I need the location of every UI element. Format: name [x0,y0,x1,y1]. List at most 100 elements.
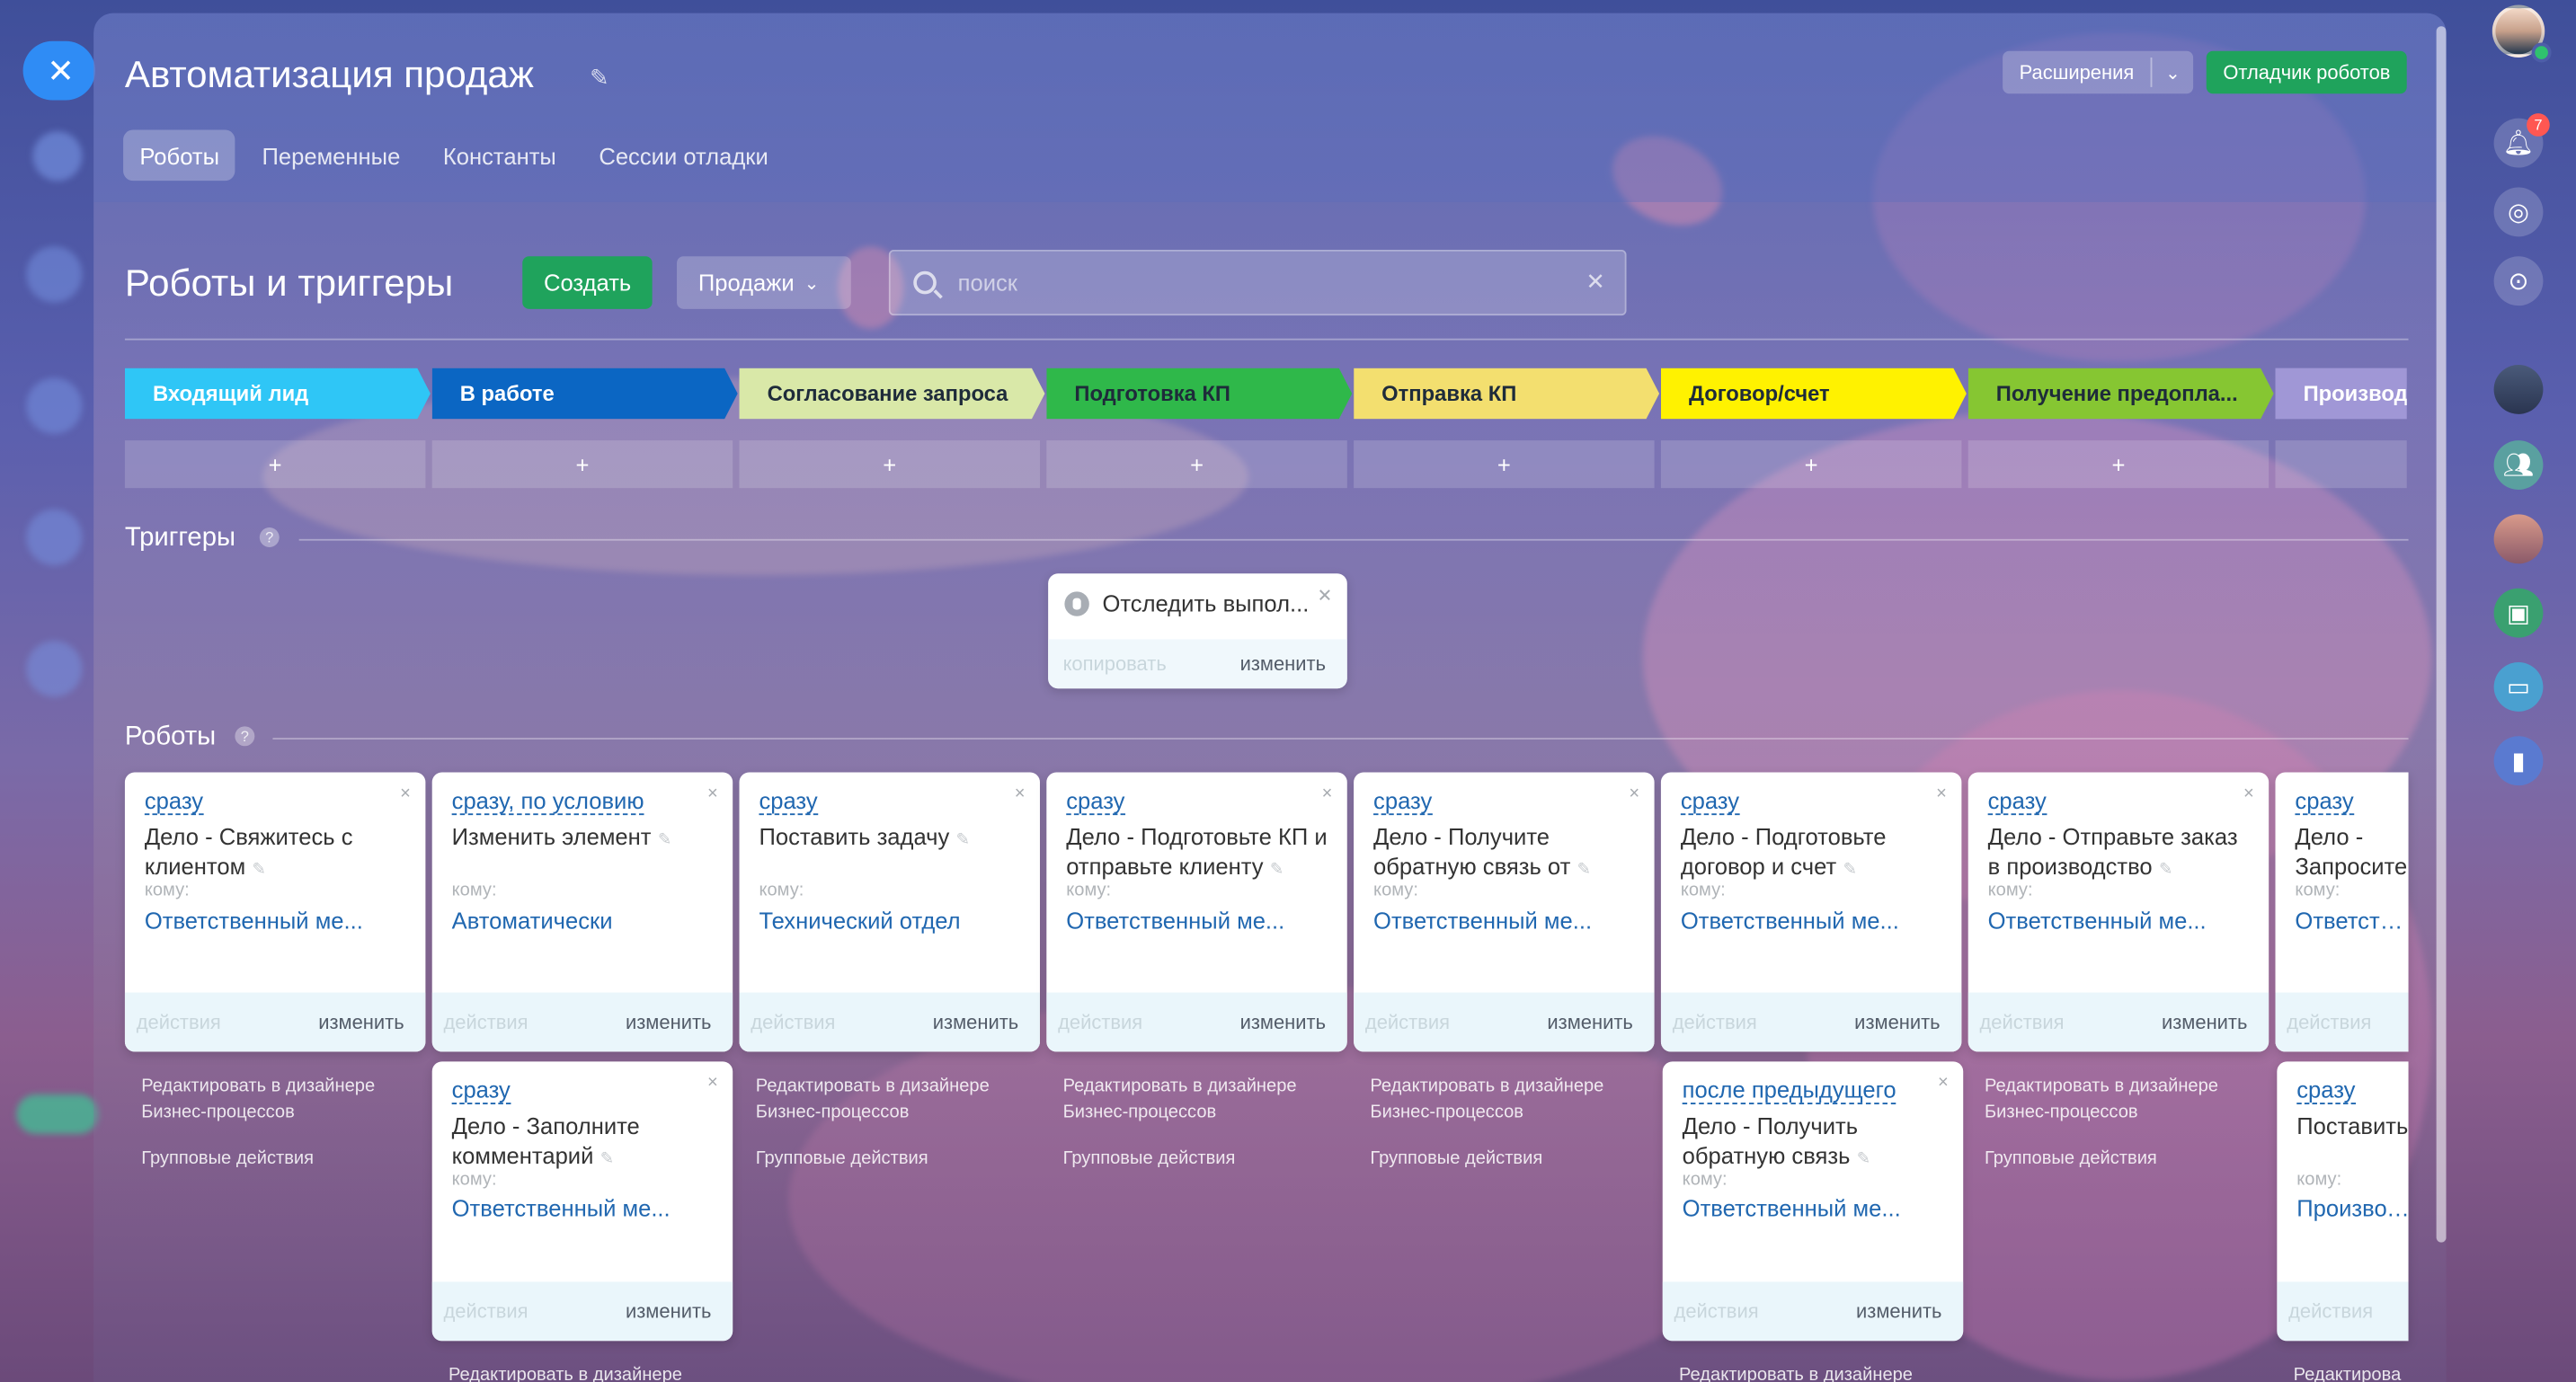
condition-link[interactable]: сразу [1680,787,1740,816]
close-icon[interactable]: × [1936,784,1947,803]
add-trigger-button[interactable]: + [1660,440,1962,489]
group-actions-link[interactable]: Групповые действия [1063,1148,1236,1168]
add-trigger-button[interactable]: + [1968,440,2270,489]
edit-in-bp-designer-link[interactable]: Редактировать в дизайнере Бизнес-процесс… [1063,1073,1343,1126]
tab-debug-sessions[interactable]: Сессии отладки [582,129,785,181]
responsible-link[interactable]: Автоматически [452,907,715,933]
robot-card[interactable]: сразу Поставить задачу кому: Производств… [2277,1061,2409,1342]
avatar[interactable] [2493,364,2544,414]
responsible-link[interactable]: Производство [2296,1195,2408,1221]
add-trigger-button[interactable]: + [739,440,1040,489]
actions-link[interactable]: действия [1673,1011,1757,1034]
condition-link[interactable]: после предыдущего [1682,1076,1896,1104]
group-actions-link[interactable]: Групповые действия [1985,1148,2157,1168]
tab-robots[interactable]: Роботы [123,129,236,182]
extensions-button[interactable]: Расширения ⌄ [2003,50,2194,94]
bookmark-icon[interactable]: ▮ [2493,736,2544,786]
robot-card[interactable]: сразу × Дело - Подготовьте договор и счет ✎… [1660,772,1962,1052]
funnel-select[interactable]: Продажи ⌄ [677,256,851,309]
condition-link[interactable]: сразу [1066,787,1125,816]
pencil-icon[interactable]: ✎ [2159,861,2172,879]
responsible-link[interactable]: Ответственный ме... [1373,907,1636,933]
group-actions-link[interactable]: Групповые действия [1370,1148,1542,1168]
target-icon[interactable]: ◎ [2493,187,2544,237]
add-trigger-button[interactable]: + [124,440,426,489]
edit-in-bp-designer-link[interactable]: Редактировать в дизайнере Бизнес-процесс… [1679,1362,1959,1382]
robot-card[interactable]: сразу Дело - Запросите смарт-процесскому:… [2275,772,2409,1052]
create-button[interactable]: Создать [522,256,653,309]
close-icon[interactable]: × [707,784,718,803]
trigger-card[interactable]: Отследить выпол... ✕ копировать изменить [1048,573,1347,689]
add-trigger-button[interactable]: + [1046,440,1347,489]
robot-card[interactable]: сразу × Дело - Подготовьте КП и отправьте … [1046,772,1347,1052]
actions-link[interactable]: действия [2288,1300,2373,1324]
actions-link[interactable]: действия [2287,1011,2371,1034]
pencil-icon[interactable]: ✎ [658,831,671,849]
actions-link[interactable]: действия [137,1011,221,1034]
pencil-icon[interactable]: ✎ [1857,1150,1870,1168]
condition-link[interactable]: сразу [2295,787,2354,816]
edit-link[interactable]: изменить [318,1011,404,1034]
edit-link[interactable]: изменить [1854,1011,1940,1034]
edit-link[interactable]: изменить [1547,1011,1632,1034]
responsible-link[interactable]: Технический отдел [759,907,1021,933]
edit-link[interactable]: изменить [1240,1011,1326,1034]
help-icon[interactable]: ? [259,527,280,547]
edit-link[interactable]: изменить [626,1011,711,1034]
pencil-icon[interactable]: ✎ [600,1150,614,1168]
actions-link[interactable]: действия [1365,1011,1450,1034]
pin-icon[interactable]: ✎ [590,64,608,92]
search-input[interactable] [957,269,1583,297]
condition-link[interactable]: сразу, по условию [451,787,644,816]
close-slider-button[interactable]: ✕ [22,40,96,101]
edit-in-bp-designer-link[interactable]: Редактировать в дизайнере Бизнес-процесс… [1985,1073,2264,1126]
actions-link[interactable]: действия [1979,1011,2064,1034]
condition-link[interactable]: сразу [759,787,818,816]
edit-in-bp-designer-link[interactable]: Редактировать в дизайнере Бизнес-процесс… [756,1073,1035,1126]
robot-card[interactable]: после предыдущего × Дело - Получить обра… [1662,1061,1964,1342]
robot-card[interactable]: сразу × Дело - Получите обратную связь от ✎… [1354,772,1655,1052]
condition-link[interactable]: сразу [1987,787,2047,816]
pencil-icon[interactable]: ✎ [1577,861,1591,879]
responsible-link[interactable]: Ответственный ме... [452,1195,715,1221]
help-icon[interactable]: ? [235,726,255,747]
actions-link[interactable]: действия [1058,1011,1142,1034]
edit-link[interactable]: изменить [1240,652,1326,676]
actions-link[interactable]: действия [751,1011,835,1034]
chat-icon[interactable]: ▭ [2493,662,2544,712]
robot-debugger-button[interactable]: Отладчик роботов [2207,50,2407,94]
scrollbar[interactable] [2436,26,2447,1243]
tab-variables[interactable]: Переменные [245,129,416,181]
robot-card[interactable]: сразу × Дело - Заполните комментарий ✎ ко… [431,1061,733,1342]
condition-link[interactable]: сразу [2296,1076,2356,1104]
edit-in-bp-designer-link[interactable]: Редактировать в дизайнере Бизнес-процесс… [1370,1073,1649,1126]
responsible-link[interactable]: Ответственный ме... [1988,907,2251,933]
responsible-link[interactable]: Ответственный ме... [1066,907,1328,933]
channel-icon[interactable]: ▣ [2493,588,2544,638]
add-trigger-button[interactable] [2275,440,2407,489]
avatar[interactable] [2493,514,2544,564]
add-trigger-button[interactable]: + [1354,440,1655,489]
edit-link[interactable]: изменить [2162,1011,2247,1034]
actions-link[interactable]: действия [444,1011,529,1034]
close-icon[interactable]: × [1322,784,1333,803]
responsible-link[interactable]: Ответственный ме... [1683,1195,1945,1221]
responsible-link[interactable]: Ответственный ме... [1681,907,1943,933]
copy-link[interactable]: копировать [1063,652,1167,676]
condition-link[interactable]: сразу [1373,787,1433,816]
pencil-icon[interactable]: ✎ [1270,861,1284,879]
close-icon[interactable]: × [2243,784,2254,803]
chevron-down-icon[interactable]: ⌄ [2152,62,2193,83]
pencil-icon[interactable]: ✎ [956,831,970,849]
edit-link[interactable]: изменить [626,1300,711,1324]
clear-icon[interactable]: ✕ [1586,268,1604,296]
robot-card[interactable]: сразу × Дело - Отправьте заказ в производс… [1968,772,2270,1052]
pencil-icon[interactable]: ✎ [253,861,266,879]
group-actions-link[interactable]: Групповые действия [756,1148,928,1168]
edit-in-bp-designer-link[interactable]: Редактировать в дизайнере Бизнес-процесс… [141,1073,421,1126]
pencil-icon[interactable]: ✎ [1843,861,1857,879]
close-icon[interactable]: × [1938,1073,1949,1093]
close-icon[interactable]: × [707,1073,718,1093]
close-icon[interactable]: × [1015,784,1026,803]
tab-constants[interactable]: Константы [427,129,573,181]
